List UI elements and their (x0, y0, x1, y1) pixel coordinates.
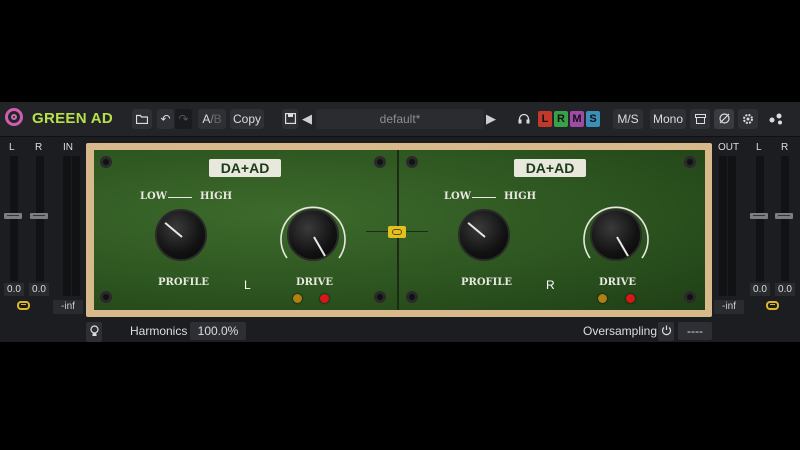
settings-icon[interactable] (738, 109, 758, 129)
knob-pointer (467, 222, 486, 238)
output-l-value: 0.0 (750, 283, 770, 296)
bypass-icon[interactable] (714, 109, 734, 129)
left-drive-label: DRIVE (296, 277, 334, 288)
oversampling-value[interactable]: ---- (678, 322, 712, 340)
plugin-window: GREEN AD ↶ ↷ A/B Copy ◀ default* ▶ L R M… (0, 102, 800, 342)
output-l-label: L (756, 142, 762, 153)
screw-icon (406, 156, 418, 168)
left-profile-scale-line (168, 197, 192, 198)
logo-icon (5, 108, 23, 126)
harmonics-label: Harmonics (130, 324, 188, 338)
right-channel-label: R (546, 278, 555, 292)
mono-button[interactable]: Mono (650, 109, 686, 129)
save-icon[interactable] (282, 109, 298, 129)
channel-m-button[interactable]: M (570, 111, 584, 127)
right-unit-badge: DA+AD (514, 159, 586, 177)
input-level-meter-r (72, 156, 80, 296)
right-drive-knob[interactable] (590, 209, 642, 261)
left-profile-low-label: LOW (140, 191, 167, 202)
ms-button[interactable]: M/S (613, 109, 643, 129)
screw-icon (406, 291, 418, 303)
prev-preset-icon[interactable]: ◀ (300, 109, 314, 129)
input-r-value: 0.0 (29, 283, 49, 296)
preset-selector[interactable]: default* (316, 109, 484, 129)
left-amber-led (293, 294, 302, 303)
output-level-meter (719, 156, 727, 296)
output-link-icon[interactable] (766, 301, 779, 310)
left-profile-high-label: HIGH (200, 191, 233, 202)
harmonics-value[interactable]: 100.0% (190, 322, 246, 340)
channel-r-button[interactable]: R (554, 111, 568, 127)
output-r-label: R (781, 142, 789, 153)
output-r-fader[interactable] (775, 213, 793, 219)
screw-icon (684, 156, 696, 168)
copy-button[interactable]: Copy (230, 109, 264, 129)
screw-icon (684, 291, 696, 303)
share-icon[interactable] (766, 109, 786, 131)
input-level-meter (63, 156, 71, 296)
ab-b-label: B (213, 112, 222, 126)
screw-icon (374, 291, 386, 303)
lightbulb-icon[interactable] (86, 322, 102, 342)
knob-pointer (616, 236, 629, 257)
input-r-fader[interactable] (30, 213, 48, 219)
right-profile-knob[interactable] (458, 209, 510, 261)
knob-pointer (313, 236, 326, 257)
ab-toggle[interactable]: A/B (198, 109, 226, 129)
top-toolbar: GREEN AD ↶ ↷ A/B Copy ◀ default* ▶ L R M… (0, 102, 800, 137)
left-profile-label: PROFILE (158, 277, 209, 288)
right-profile-high-label: HIGH (504, 191, 537, 202)
right-profile-label: PROFILE (461, 277, 512, 288)
knob-pointer (164, 222, 183, 238)
channel-s-button[interactable]: S (586, 111, 600, 127)
plugin-title: GREEN AD (32, 110, 114, 127)
input-in-value: -inf (53, 300, 83, 314)
bottom-bar: Harmonics 100.0% Oversampling ---- (0, 320, 800, 342)
output-l-fader[interactable] (750, 213, 768, 219)
power-icon[interactable] (658, 322, 674, 341)
output-level-meter-r (728, 156, 736, 296)
right-red-led (626, 294, 635, 303)
input-l-label: L (9, 142, 15, 153)
screw-icon (374, 156, 386, 168)
input-in-label: IN (63, 142, 73, 153)
oversampling-label: Oversampling (583, 324, 658, 338)
input-link-icon[interactable] (17, 301, 30, 310)
input-r-label: R (35, 142, 43, 153)
chain-link-icon[interactable] (388, 226, 406, 238)
left-channel-label: L (244, 278, 251, 292)
redo-icon[interactable]: ↷ (175, 109, 192, 129)
left-unit-badge: DA+AD (209, 159, 281, 177)
archive-icon[interactable] (690, 109, 710, 129)
input-l-value: 0.0 (4, 283, 24, 296)
right-profile-low-label: LOW (444, 191, 471, 202)
undo-icon[interactable]: ↶ (157, 109, 174, 129)
screw-icon (100, 156, 112, 168)
right-profile-scale-line (472, 197, 496, 198)
headphones-icon[interactable] (516, 109, 532, 130)
folder-icon[interactable] (132, 109, 152, 129)
right-amber-led (598, 294, 607, 303)
channel-l-button[interactable]: L (538, 111, 552, 127)
right-drive-label: DRIVE (599, 277, 637, 288)
output-out-label: OUT (718, 142, 740, 153)
output-out-value: -inf (714, 300, 744, 314)
left-red-led (320, 294, 329, 303)
input-l-fader[interactable] (4, 213, 22, 219)
screw-icon (100, 291, 112, 303)
left-profile-knob[interactable] (155, 209, 207, 261)
output-r-value: 0.0 (775, 283, 795, 296)
next-preset-icon[interactable]: ▶ (484, 109, 498, 129)
left-drive-knob[interactable] (287, 209, 339, 261)
